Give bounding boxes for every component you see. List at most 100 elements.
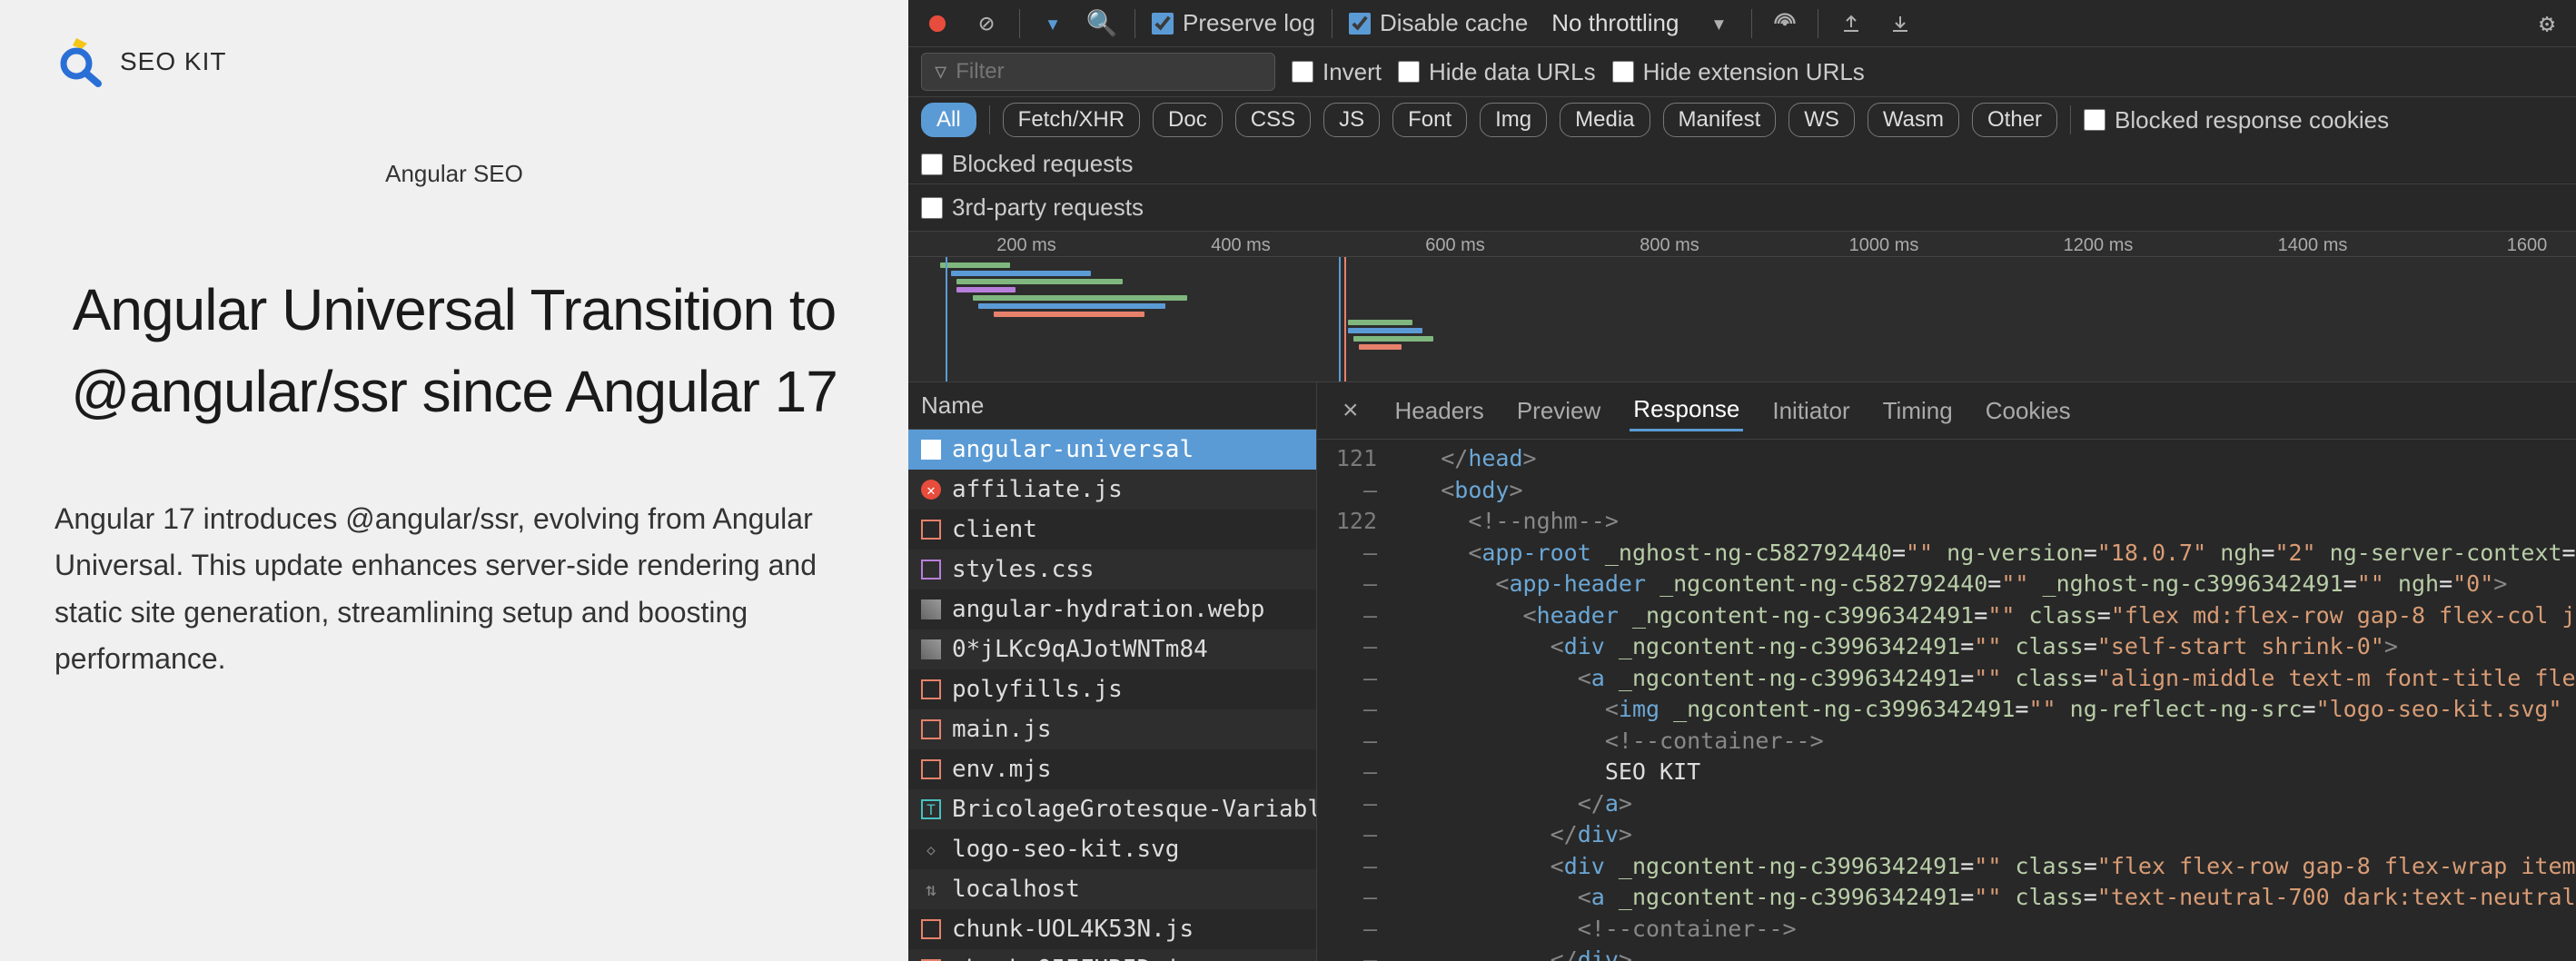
tab-headers[interactable]: Headers <box>1392 391 1488 431</box>
third-party-row: 3rd-party requests <box>908 184 2576 232</box>
network-conditions-icon[interactable] <box>1769 7 1801 40</box>
blocked-cookies-checkbox[interactable]: Blocked response cookies <box>2084 106 2389 134</box>
chip-css[interactable]: CSS <box>1235 103 1311 137</box>
network-timeline[interactable]: 200 ms400 ms600 ms800 ms1000 ms1200 ms14… <box>908 232 2576 382</box>
invert-checkbox[interactable]: Invert <box>1292 58 1382 86</box>
code-content: </head> <body> <!--nghm--> <app-root _ng… <box>1386 440 2576 961</box>
timeline-bar <box>973 295 1187 301</box>
type-filter-row: All Fetch/XHR Doc CSS JS Font Img Media … <box>908 97 2576 184</box>
request-name: angular-universal <box>952 436 1194 463</box>
response-body[interactable]: 121 — 122 — — — — — — — — — — — — — — — … <box>1317 440 2576 961</box>
timeline-bar <box>1348 320 1412 325</box>
request-details: × Headers Preview Response Initiator Tim… <box>1317 382 2576 961</box>
timeline-ruler: 200 ms400 ms600 ms800 ms1000 ms1200 ms14… <box>908 232 2576 257</box>
tab-timing[interactable]: Timing <box>1879 391 1957 431</box>
request-row[interactable]: ✕affiliate.js <box>908 470 1316 510</box>
request-row[interactable]: styles.css <box>908 550 1316 589</box>
chip-ws[interactable]: WS <box>1788 103 1855 137</box>
chip-manifest[interactable]: Manifest <box>1663 103 1777 137</box>
divider <box>1332 9 1333 38</box>
preserve-log-checkbox[interactable]: Preserve log <box>1152 9 1315 37</box>
chip-wasm[interactable]: Wasm <box>1868 103 1959 137</box>
timeline-bar <box>951 271 1090 276</box>
request-list: Name angular-universal ✕affiliate.jsclien… <box>908 382 1317 961</box>
chip-all[interactable]: All <box>921 103 976 137</box>
request-row[interactable]: ⇅localhost <box>908 869 1316 909</box>
timeline-bar <box>956 287 1016 292</box>
request-row[interactable]: 0*jLKc9qAJotWNTm84 <box>908 629 1316 669</box>
network-split: Name angular-universal ✕affiliate.jsclien… <box>908 382 2576 961</box>
tab-preview[interactable]: Preview <box>1513 391 1604 431</box>
timeline-bar <box>1348 328 1423 333</box>
hide-data-urls-checkbox[interactable]: Hide data URLs <box>1398 58 1596 86</box>
timeline-graph <box>908 257 2576 381</box>
chip-img[interactable]: Img <box>1480 103 1547 137</box>
request-name: logo-seo-kit.svg <box>952 836 1179 863</box>
filter-bar: ▽ Invert Hide data URLs Hide extension U… <box>908 47 2576 97</box>
request-name: chunk-O5IFHRID.js <box>952 956 1194 961</box>
chip-font[interactable]: Font <box>1392 103 1467 137</box>
divider <box>1019 9 1020 38</box>
timeline-marker <box>946 257 947 381</box>
request-name: env.mjs <box>952 756 1052 783</box>
request-name: localhost <box>952 876 1080 903</box>
chevron-down-icon[interactable]: ▾ <box>1702 7 1735 40</box>
request-name: polyfills.js <box>952 676 1123 703</box>
request-row[interactable]: TBricolageGrotesque-VariableFo… <box>908 789 1316 829</box>
request-row[interactable]: chunk-O5IFHRID.js <box>908 949 1316 961</box>
timeline-marker <box>1339 257 1341 381</box>
third-party-checkbox[interactable]: 3rd-party requests <box>921 193 1144 222</box>
filter-toggle-icon[interactable]: ▾ <box>1036 7 1069 40</box>
request-row[interactable]: angular-universal <box>908 430 1316 470</box>
download-har-icon[interactable] <box>1884 7 1917 40</box>
timeline-tick: 200 ms <box>996 235 1056 256</box>
chip-media[interactable]: Media <box>1560 103 1650 137</box>
request-row[interactable]: chunk-UOL4K53N.js <box>908 909 1316 949</box>
timeline-bar <box>940 263 1010 268</box>
tab-response[interactable]: Response <box>1630 390 1743 431</box>
request-name: chunk-UOL4K53N.js <box>952 916 1194 943</box>
request-row[interactable]: angular-hydration.webp <box>908 589 1316 629</box>
request-name: affiliate.js <box>952 476 1123 503</box>
timeline-tick: 800 ms <box>1640 235 1699 256</box>
throttling-select[interactable]: No throttling <box>1544 5 1686 41</box>
network-toolbar: ⊘ ▾ 🔍 Preserve log Disable cache No thro… <box>908 0 2576 47</box>
chip-doc[interactable]: Doc <box>1153 103 1223 137</box>
filter-input[interactable] <box>956 59 1262 84</box>
devtools-network-panel: ⊘ ▾ 🔍 Preserve log Disable cache No thro… <box>908 0 2576 961</box>
request-name: styles.css <box>952 556 1095 583</box>
record-button[interactable] <box>921 7 954 40</box>
request-row[interactable]: main.js <box>908 709 1316 749</box>
hide-extension-urls-checkbox[interactable]: Hide extension URLs <box>1612 58 1865 86</box>
close-details-button[interactable]: × <box>1335 395 1366 426</box>
article-panel: SEO KIT Angular SEO Angular Universal Tr… <box>0 0 908 961</box>
request-row[interactable]: polyfills.js <box>908 669 1316 709</box>
request-row[interactable]: env.mjs <box>908 749 1316 789</box>
details-tabs: × Headers Preview Response Initiator Tim… <box>1317 382 2576 440</box>
request-row[interactable]: ◇logo-seo-kit.svg <box>908 829 1316 869</box>
filter-input-wrap[interactable]: ▽ <box>921 53 1275 91</box>
tab-cookies[interactable]: Cookies <box>1982 391 2075 431</box>
disable-cache-checkbox[interactable]: Disable cache <box>1349 9 1528 37</box>
funnel-icon: ▽ <box>935 61 946 84</box>
column-name-header[interactable]: Name <box>908 382 1316 430</box>
chip-fetchxhr[interactable]: Fetch/XHR <box>1003 103 1140 137</box>
timeline-bar <box>978 303 1166 309</box>
chip-js[interactable]: JS <box>1323 103 1380 137</box>
blocked-requests-checkbox[interactable]: Blocked requests <box>921 150 1133 178</box>
timeline-tick: 600 ms <box>1425 235 1485 256</box>
chip-other[interactable]: Other <box>1972 103 2057 137</box>
request-name: BricolageGrotesque-VariableFo… <box>952 796 1316 823</box>
timeline-bar <box>1353 336 1434 342</box>
upload-har-icon[interactable] <box>1835 7 1868 40</box>
timeline-tick: 1000 ms <box>1849 235 1919 256</box>
brand-name: SEO KIT <box>120 47 226 76</box>
timeline-tick: 400 ms <box>1211 235 1271 256</box>
divider <box>1134 9 1135 38</box>
clear-button[interactable]: ⊘ <box>970 7 1003 40</box>
settings-gear-icon[interactable]: ⚙ <box>2531 7 2563 40</box>
tab-initiator[interactable]: Initiator <box>1769 391 1853 431</box>
request-row[interactable]: client <box>908 510 1316 550</box>
search-icon[interactable]: 🔍 <box>1085 7 1118 40</box>
request-name: angular-hydration.webp <box>952 596 1264 623</box>
